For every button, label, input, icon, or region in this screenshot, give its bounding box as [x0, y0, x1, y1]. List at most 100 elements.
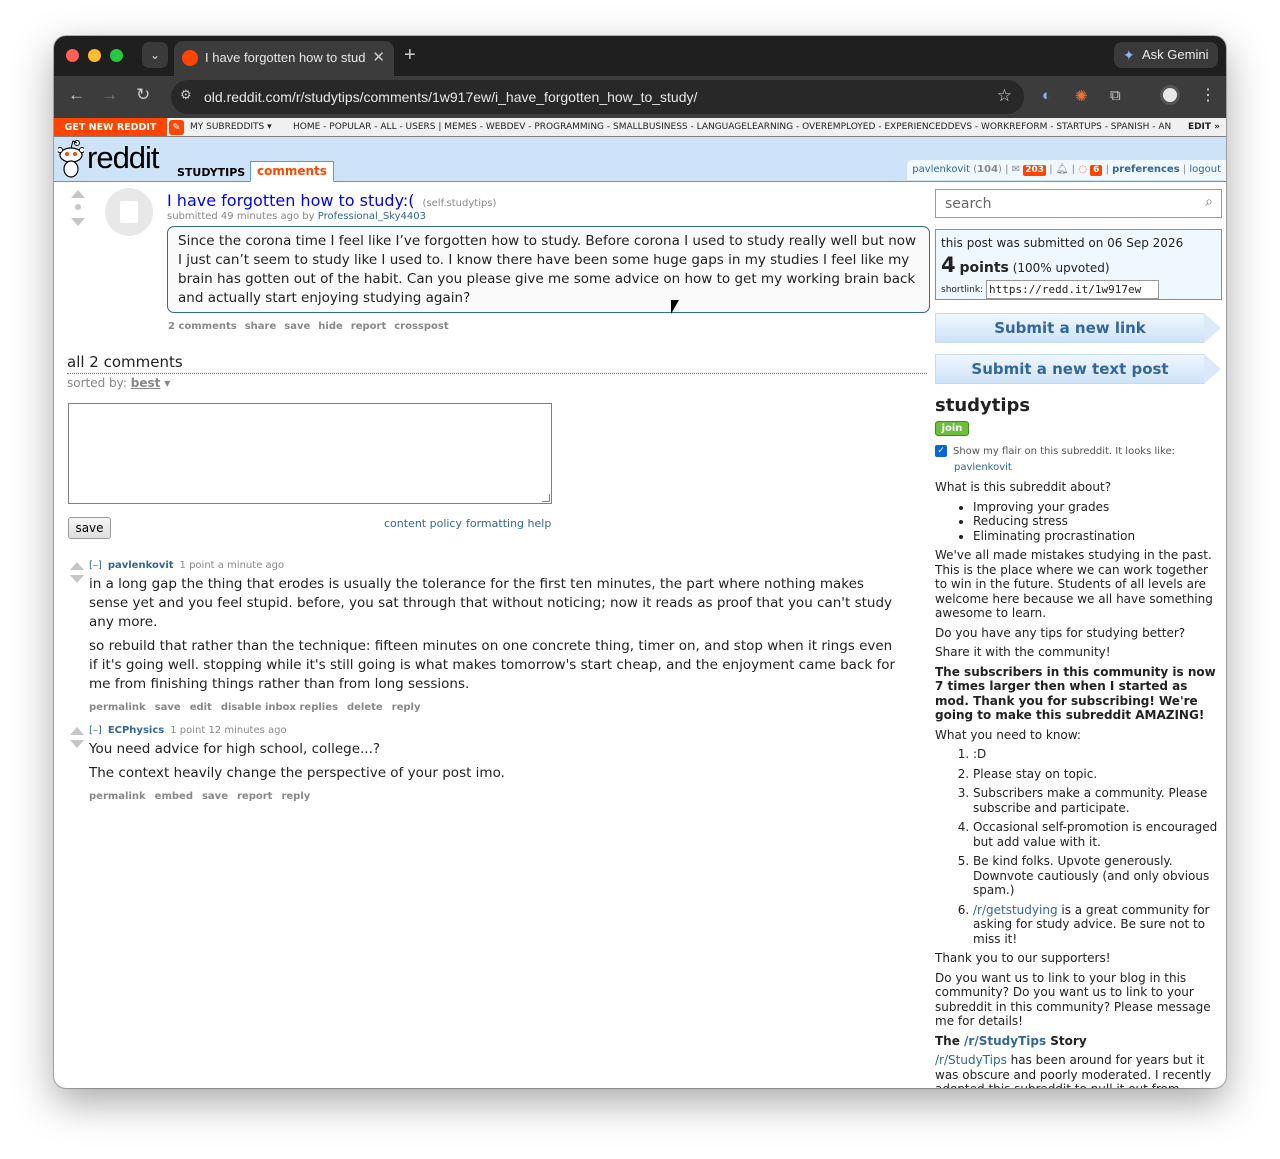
post-author-link[interactable]: Professional_Sky4403	[318, 211, 426, 222]
post-domain[interactable]: (self.studytips)	[423, 198, 497, 209]
mail-icon[interactable]: ✉	[1012, 164, 1020, 175]
new-tab-button[interactable]: +	[404, 44, 416, 67]
comment-author-link[interactable]: ECPhysics	[108, 725, 164, 736]
address-bar[interactable]: ⚙ old.reddit.com/r/studytips/comments/1w…	[171, 80, 1024, 114]
profile-avatar[interactable]	[1160, 85, 1180, 105]
sort-dropdown-arrow-icon[interactable]: ▾	[164, 376, 170, 390]
search-input[interactable]: search ⌕	[935, 189, 1222, 218]
post-score-dot	[75, 204, 81, 210]
post-downvote-arrow-icon[interactable]	[71, 218, 85, 226]
tab-search-button[interactable]: ⌄	[142, 42, 168, 68]
logout-link[interactable]: logout	[1189, 164, 1221, 175]
user-box: pavlenkovit (104) | ✉ 203 | 🔔︎ | ◌ 6 | p…	[907, 160, 1226, 180]
studytips-link[interactable]: /r/StudyTips	[935, 1053, 1007, 1067]
chat-icon[interactable]: ◌	[1078, 164, 1087, 175]
reply-button[interactable]: reply	[281, 791, 310, 802]
comment-upvote-arrow-icon[interactable]	[70, 562, 84, 570]
flair-checkbox[interactable]: ✓	[935, 445, 947, 457]
subreddit-links[interactable]: HOME - POPULAR - ALL - USERS | MEMES - W…	[293, 122, 1171, 132]
resize-handle-icon[interactable]	[542, 494, 550, 502]
claude-extension-icon[interactable]: ✺	[1075, 87, 1088, 105]
save-button[interactable]: save	[202, 791, 228, 802]
comment-upvote-arrow-icon[interactable]	[70, 727, 84, 735]
link-info-box: this post was submitted on 06 Sep 2026 4…	[935, 229, 1222, 300]
mail-count-badge[interactable]: 203	[1023, 165, 1047, 176]
submit-new-text-post-button[interactable]: Submit a new text post	[935, 354, 1221, 384]
reddit-alien-icon[interactable]	[58, 140, 84, 178]
shortlink-field[interactable]: https://redd.it/1w917ew	[985, 280, 1159, 299]
forward-icon[interactable]: →	[101, 85, 118, 105]
close-tab-icon[interactable]: ✕	[372, 48, 385, 66]
back-icon[interactable]: ←	[68, 85, 85, 105]
post-upvote-arrow-icon[interactable]	[71, 190, 85, 198]
list-item: Improving your grades	[973, 500, 1222, 515]
join-button[interactable]: join	[935, 421, 969, 436]
preferences-link[interactable]: preferences	[1112, 164, 1180, 175]
disable-inbox-replies-button[interactable]: disable inbox replies	[221, 702, 338, 713]
sidebar-subreddit-title[interactable]: studytips	[935, 395, 1030, 416]
comment-paragraph: The context heavily change the perspecti…	[89, 765, 505, 781]
comments-count-link[interactable]: 2 comments	[168, 321, 237, 332]
formatting-help-link[interactable]: formatting help	[466, 517, 551, 530]
minimize-window-button[interactable]	[88, 49, 101, 62]
content-policy-link[interactable]: content policy	[384, 517, 462, 530]
my-subreddits-dropdown[interactable]: MY SUBREDDITS ▾	[190, 122, 272, 132]
flair-toggle: ✓ Show my flair on this subreddit. It loo…	[935, 445, 1175, 457]
report-button[interactable]: report	[237, 791, 272, 802]
comment-downvote-arrow-icon[interactable]	[70, 740, 84, 748]
self-post-thumbnail-icon[interactable]	[105, 188, 153, 236]
tab-comments[interactable]: comments	[250, 161, 334, 182]
reddit-page: GET NEW REDDIT ✎ MY SUBREDDITS ▾ HOME - …	[54, 118, 1226, 1088]
save-post-button[interactable]: save	[284, 321, 310, 332]
about-question: What is this subreddit about?	[935, 480, 1112, 494]
embed-button[interactable]: embed	[155, 791, 193, 802]
subreddit-name-link[interactable]: STUDYTIPS	[177, 166, 245, 179]
delete-button[interactable]: delete	[347, 702, 383, 713]
bell-icon[interactable]: 🔔︎	[1056, 164, 1069, 175]
comment-author-link[interactable]: pavlenkovit	[108, 560, 174, 571]
rule-item: /r/getstudying is a great community for …	[973, 903, 1222, 947]
ask-gemini-label: Ask Gemini	[1142, 47, 1209, 62]
zoom-window-button[interactable]	[110, 49, 123, 62]
getstudying-link[interactable]: /r/getstudying	[973, 903, 1058, 917]
share-button[interactable]: share	[245, 321, 277, 332]
flair-username: pavlenkovit	[954, 462, 1012, 473]
report-post-button[interactable]: report	[351, 321, 386, 332]
extensions-puzzle-icon[interactable]: ⧉	[1110, 87, 1121, 104]
site-info-icon[interactable]: ⚙	[180, 87, 192, 103]
username-link[interactable]: pavlenkovit	[912, 164, 970, 175]
browser-tab[interactable]: I have forgotten how to study ✕	[174, 41, 394, 76]
crosspost-button[interactable]: crosspost	[394, 321, 448, 332]
edit-button[interactable]: edit	[190, 702, 212, 713]
comment-downvote-arrow-icon[interactable]	[70, 575, 84, 583]
extension-icon[interactable]: ◐	[1042, 87, 1051, 104]
ask-gemini-button[interactable]: ✦ Ask Gemini	[1114, 42, 1218, 68]
studytips-link[interactable]: /r/StudyTips	[964, 1034, 1046, 1048]
comment-textarea[interactable]	[68, 403, 552, 504]
submit-new-link-button[interactable]: Submit a new link	[935, 313, 1221, 343]
bookmark-star-icon[interactable]: ☆	[997, 86, 1012, 106]
collapse-toggle[interactable]: [–]	[89, 560, 102, 571]
permalink-button[interactable]: permalink	[89, 702, 146, 713]
search-icon[interactable]: ⌕	[1205, 194, 1213, 210]
subreddit-bar: GET NEW REDDIT ✎ MY SUBREDDITS ▾ HOME - …	[54, 118, 1226, 137]
comment-paragraph: You need advice for high school, college…	[89, 741, 381, 757]
sort-dropdown[interactable]: best	[131, 376, 161, 390]
close-window-button[interactable]	[66, 49, 79, 62]
chat-count-badge[interactable]: 6	[1090, 165, 1103, 176]
reload-icon[interactable]: ↻	[136, 85, 150, 105]
points-word: points	[959, 260, 1009, 276]
permalink-button[interactable]: permalink	[89, 791, 146, 802]
browser-menu-icon[interactable]: ⋮	[1200, 85, 1216, 105]
story-pre: The	[935, 1033, 965, 1048]
post-title-link[interactable]: I have forgotten how to study:((self.stu…	[167, 191, 496, 210]
hide-post-button[interactable]: hide	[318, 321, 343, 332]
save-button[interactable]: save	[155, 702, 181, 713]
reddit-logo[interactable]: reddit	[87, 140, 160, 176]
comment-tagline: [–] pavlenkovit 1 point a minute ago	[89, 560, 284, 571]
save-comment-button[interactable]: save	[68, 517, 111, 539]
reply-button[interactable]: reply	[392, 702, 421, 713]
collapse-toggle[interactable]: [–]	[89, 725, 102, 736]
edit-subreddits-link[interactable]: EDIT »	[1181, 118, 1226, 136]
get-new-reddit-link[interactable]: GET NEW REDDIT	[54, 118, 167, 136]
